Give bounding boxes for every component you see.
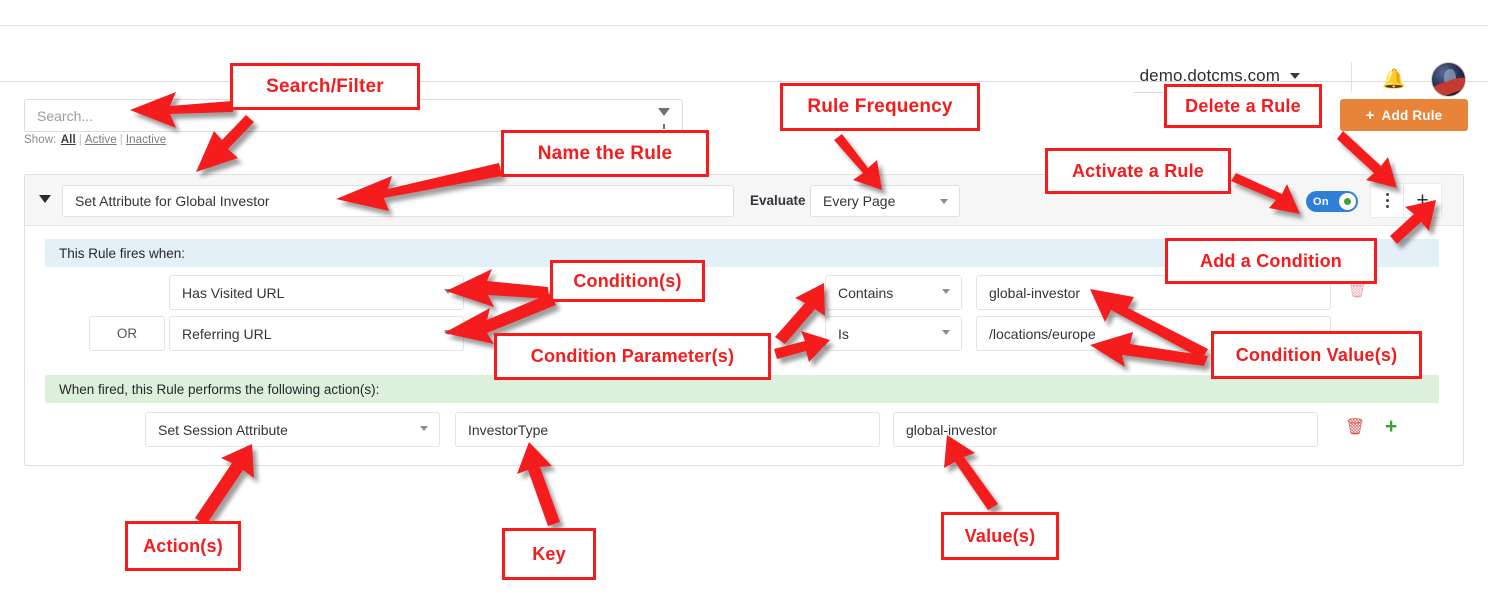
actions-header-label: When fired, this Rule performs the follo…: [59, 382, 379, 397]
site-name-label: demo.dotcms.com: [1140, 66, 1280, 86]
action-value-input[interactable]: [893, 412, 1318, 447]
chevron-down-icon: [940, 199, 948, 204]
annotation-label-condition-s: Condition(s): [550, 260, 705, 302]
annotation-label-condition-value-s: Condition Value(s): [1211, 331, 1422, 379]
plus-icon[interactable]: +: [1385, 416, 1397, 437]
avatar[interactable]: [1431, 62, 1466, 97]
rule-header-row: Evaluate Every Page On +: [25, 175, 1463, 226]
rule-panel: Evaluate Every Page On + This Rule fires…: [24, 174, 1464, 466]
show-separator-1: |: [79, 134, 82, 146]
chevron-down-icon: [942, 289, 950, 294]
plus-icon: +: [1366, 107, 1375, 124]
rule-frequency-value: Every Page: [823, 193, 895, 209]
chevron-down-icon: [444, 330, 452, 335]
rule-name-input[interactable]: [62, 185, 734, 217]
kebab-menu-icon[interactable]: [1370, 183, 1404, 218]
toggle-state-label: On: [1313, 196, 1329, 208]
condition-type-select[interactable]: Referring URL: [169, 316, 464, 351]
action-type-value: Set Session Attribute: [158, 422, 288, 438]
trash-icon[interactable]: 🗑: [1347, 283, 1367, 299]
annotation-label-search-filter: Search/Filter: [230, 63, 420, 110]
header-divider: [1351, 62, 1352, 92]
annotation-label-condition-parameter-s: Condition Parameter(s): [494, 333, 771, 380]
condition-type-value: Has Visited URL: [182, 285, 284, 301]
show-filter-row: Show: All|Active|Inactive: [24, 134, 167, 146]
filter-icon[interactable]: [658, 108, 670, 116]
condition-parameter-value: Contains: [838, 285, 893, 301]
chevron-down-icon: [942, 330, 950, 335]
condition-parameter-value: Is: [838, 326, 849, 342]
evaluate-label: Evaluate: [750, 193, 806, 208]
rule-activate-toggle[interactable]: On: [1306, 191, 1358, 212]
condition-operator-label: OR: [117, 326, 137, 341]
action-key-input[interactable]: [455, 412, 880, 447]
rule-frequency-select[interactable]: Every Page: [810, 185, 960, 217]
action-row: Set Session Attribute 🗑 +: [25, 412, 1463, 447]
action-type-select[interactable]: Set Session Attribute: [145, 412, 440, 447]
annotation-label-delete-a-rule: Delete a Rule: [1164, 84, 1322, 128]
condition-type-value: Referring URL: [182, 326, 271, 342]
show-label: Show:: [24, 134, 56, 146]
condition-operator-button[interactable]: OR: [89, 316, 165, 351]
annotation-label-key: Key: [502, 528, 596, 580]
condition-parameter-select[interactable]: Contains: [825, 275, 962, 310]
condition-type-select[interactable]: Has Visited URL: [169, 275, 464, 310]
add-rule-button[interactable]: + Add Rule: [1340, 99, 1468, 131]
add-condition-button[interactable]: +: [1404, 183, 1442, 218]
annotation-label-add-a-condition: Add a Condition: [1165, 238, 1377, 284]
chevron-down-icon[interactable]: [39, 195, 51, 203]
show-separator-2: |: [120, 134, 123, 146]
show-filter-active[interactable]: Active: [85, 134, 117, 146]
trash-icon[interactable]: 🗑: [1345, 420, 1365, 436]
top-bar: [0, 0, 1488, 26]
annotation-label-value-s: Value(s): [941, 512, 1059, 560]
bell-icon[interactable]: 🔔: [1382, 70, 1406, 89]
chevron-down-icon: [1290, 73, 1300, 79]
show-filter-inactive[interactable]: Inactive: [126, 134, 166, 146]
user-bar: demo.dotcms.com 🔔: [0, 26, 1488, 82]
add-rule-label: Add Rule: [1382, 108, 1443, 123]
annotation-label-action-s: Action(s): [125, 521, 241, 571]
conditions-header-label: This Rule fires when:: [59, 246, 185, 261]
toggle-knob: [1339, 193, 1356, 210]
annotation-label-rule-frequency: Rule Frequency: [780, 83, 980, 131]
condition-parameter-select[interactable]: Is: [825, 316, 962, 351]
show-filter-all[interactable]: All: [61, 134, 76, 146]
annotation-label-activate-a-rule: Activate a Rule: [1045, 148, 1231, 194]
chevron-down-icon: [420, 426, 428, 431]
annotation-label-name-the-rule: Name the Rule: [501, 130, 709, 177]
chevron-down-icon: [444, 289, 452, 294]
